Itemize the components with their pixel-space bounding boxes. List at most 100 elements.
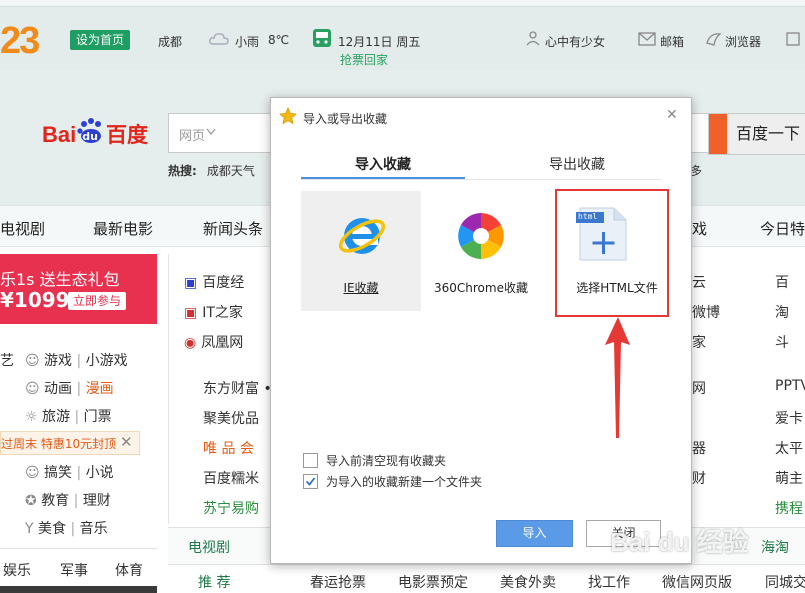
site-eastmoney[interactable]: 东方财富 • xyxy=(203,378,272,398)
dialog-title: 导入或导出收藏 xyxy=(303,112,388,126)
site-right-7[interactable]: 萌主 xyxy=(775,468,803,488)
site-nuomi[interactable]: 百度糯米 xyxy=(203,468,259,488)
link-novels[interactable]: 小说 xyxy=(86,465,114,481)
promo-banner[interactable]: 乐1s 送生态礼包 ¥1099 立即参与 xyxy=(0,254,157,324)
set-homepage-button[interactable]: 设为首页 xyxy=(70,30,130,50)
mail-icon xyxy=(638,32,656,46)
mail-link[interactable]: 邮箱 xyxy=(660,33,684,50)
site-ithome[interactable]: ▣ IT之家 xyxy=(184,302,243,322)
red-arrow-icon xyxy=(605,317,630,438)
site-right-1[interactable]: 百 xyxy=(775,272,789,292)
footer-recommend[interactable]: 推 荐 xyxy=(198,572,230,592)
ticket-link[interactable]: 抢票回家 xyxy=(340,51,388,68)
footer-spring-tickets[interactable]: 春运抢票 xyxy=(310,572,366,592)
footer-wechat-web[interactable]: 微信网页版 xyxy=(662,572,732,592)
site-right-6[interactable]: 太平 xyxy=(775,438,803,458)
site-mid-5[interactable]: 器 xyxy=(692,438,706,458)
site-mid-1[interactable]: 云 xyxy=(692,272,706,292)
site-ctrip[interactable]: 携程 xyxy=(775,498,803,518)
footer-jobs[interactable]: 找工作 xyxy=(588,572,630,592)
chevron-down-icon xyxy=(206,128,216,136)
left-row-3: ☼ 旅游 | 门票 xyxy=(25,409,112,425)
link-tickets[interactable]: 门票 xyxy=(84,409,112,425)
active-tab-indicator xyxy=(301,177,465,179)
new-folder-label: 为导入的收藏新建一个文件夹 xyxy=(326,475,483,489)
site-logo[interactable]: 23 xyxy=(0,20,40,63)
smile-icon: ☺ xyxy=(25,465,45,481)
new-folder-row[interactable]: 为导入的收藏新建一个文件夹 xyxy=(303,473,482,490)
link-anime[interactable]: 动画 xyxy=(44,381,72,397)
ifeng-icon: ◉ xyxy=(184,335,197,351)
tab-tv[interactable]: 电视剧 xyxy=(188,537,230,557)
nav-item-tv[interactable]: 电视剧 xyxy=(0,218,45,239)
tab-import-favorites[interactable]: 导入收藏 xyxy=(355,154,411,174)
hot-search: 热搜: 成都天气 xyxy=(168,162,255,179)
site-mid-6[interactable]: 财 xyxy=(692,468,706,488)
site-right-3[interactable]: 斗 xyxy=(775,332,789,352)
left-fragment: 艺 xyxy=(0,353,14,369)
username-link[interactable]: 心中有少女 xyxy=(545,33,605,50)
link-finance[interactable]: 理财 xyxy=(83,493,111,509)
link-music[interactable]: 音乐 xyxy=(80,521,108,537)
link-comics[interactable]: 漫画 xyxy=(86,381,114,397)
nav-item-games[interactable]: 戏 xyxy=(692,218,707,239)
nav-item-movies[interactable]: 最新电影 xyxy=(93,218,153,239)
footer-local[interactable]: 同城交 xyxy=(765,572,805,592)
site-right-2[interactable]: 淘 xyxy=(775,302,789,322)
site-suning[interactable]: 苏宁易购 xyxy=(203,498,259,518)
promo-notice[interactable]: 过周末 特惠10元封顶 xyxy=(0,431,140,455)
search-button-accent xyxy=(709,114,727,154)
clear-favorites-label: 导入前清空现有收藏夹 xyxy=(326,454,447,468)
notice-close-icon[interactable]: ✕ xyxy=(120,433,133,451)
site-mid-3[interactable]: 家 xyxy=(692,332,706,352)
train-icon[interactable] xyxy=(310,27,334,51)
nav-item-news[interactable]: 新闻头条 xyxy=(203,218,263,239)
footer-takeout[interactable]: 美食外卖 xyxy=(500,572,556,592)
site-baidu-jingyan-label: 百度经 xyxy=(202,275,245,291)
link-funny[interactable]: 搞笑 xyxy=(44,465,72,481)
city-link[interactable]: 成都 xyxy=(158,33,182,50)
more-icon[interactable] xyxy=(785,31,801,47)
clear-favorites-checkbox[interactable] xyxy=(303,453,318,468)
site-mid-2[interactable]: 微博 xyxy=(692,302,720,322)
tab-sports[interactable]: 体育 xyxy=(115,560,143,580)
site-mid-4[interactable]: 网 xyxy=(692,378,706,398)
site-jumei[interactable]: 聚美优品 xyxy=(203,408,259,428)
link-travel[interactable]: 旅游 xyxy=(42,409,70,425)
weather-text: 小雨 xyxy=(235,35,260,49)
hot-item[interactable]: 成都天气 xyxy=(207,164,255,178)
star-icon xyxy=(279,107,297,125)
site-pptv[interactable]: PPTV xyxy=(775,378,805,394)
baidu-logo[interactable]: Bai du 百度 xyxy=(42,118,166,149)
link-education[interactable]: 教育 xyxy=(41,493,69,509)
ithome-icon: ▣ xyxy=(184,305,198,321)
clear-favorites-row[interactable]: 导入前清空现有收藏夹 xyxy=(303,452,446,469)
tab-military[interactable]: 军事 xyxy=(60,560,88,580)
watermark: Bai du 经验 xyxy=(610,527,749,557)
browser-link[interactable]: 浏览器 xyxy=(725,33,761,50)
search-type-select[interactable]: 网页 xyxy=(179,125,205,144)
left-row-1: ☺ 游戏 | 小游戏 xyxy=(25,353,128,369)
tab-haitao[interactable]: 海淘 xyxy=(761,537,789,557)
link-games[interactable]: 游戏 xyxy=(44,353,72,369)
search-button[interactable]: 百度一下 xyxy=(708,113,805,155)
tab-divider xyxy=(301,179,661,180)
import-button[interactable]: 导入 xyxy=(496,520,573,547)
import-360chrome-option[interactable]: 360Chrome收藏 xyxy=(421,191,541,311)
promo-cta-button[interactable]: 立即参与 xyxy=(68,292,126,310)
nav-item-today[interactable]: 今日特 xyxy=(760,218,805,239)
tab-entertainment[interactable]: 娱乐 xyxy=(3,560,31,580)
tab-export-favorites[interactable]: 导出收藏 xyxy=(549,154,605,174)
site-vipshop[interactable]: 唯 品 会 xyxy=(203,438,254,458)
new-folder-checkbox[interactable] xyxy=(303,474,318,489)
date-text: 12月11日 周五 xyxy=(338,35,421,49)
site-baidu-jingyan[interactable]: ▣ 百度经 xyxy=(184,272,245,292)
link-mini-games[interactable]: 小游戏 xyxy=(86,353,128,369)
site-right-5[interactable]: 爱卡 xyxy=(775,408,803,428)
footer-movie-tickets[interactable]: 电影票预定 xyxy=(398,572,468,592)
left-divider xyxy=(0,548,157,549)
site-ifeng[interactable]: ◉ 凤凰网 xyxy=(184,332,243,352)
import-ie-option[interactable]: IE收藏 xyxy=(301,191,421,311)
link-food[interactable]: 美食 xyxy=(38,521,66,537)
dialog-close-icon[interactable]: ✕ xyxy=(666,107,678,123)
